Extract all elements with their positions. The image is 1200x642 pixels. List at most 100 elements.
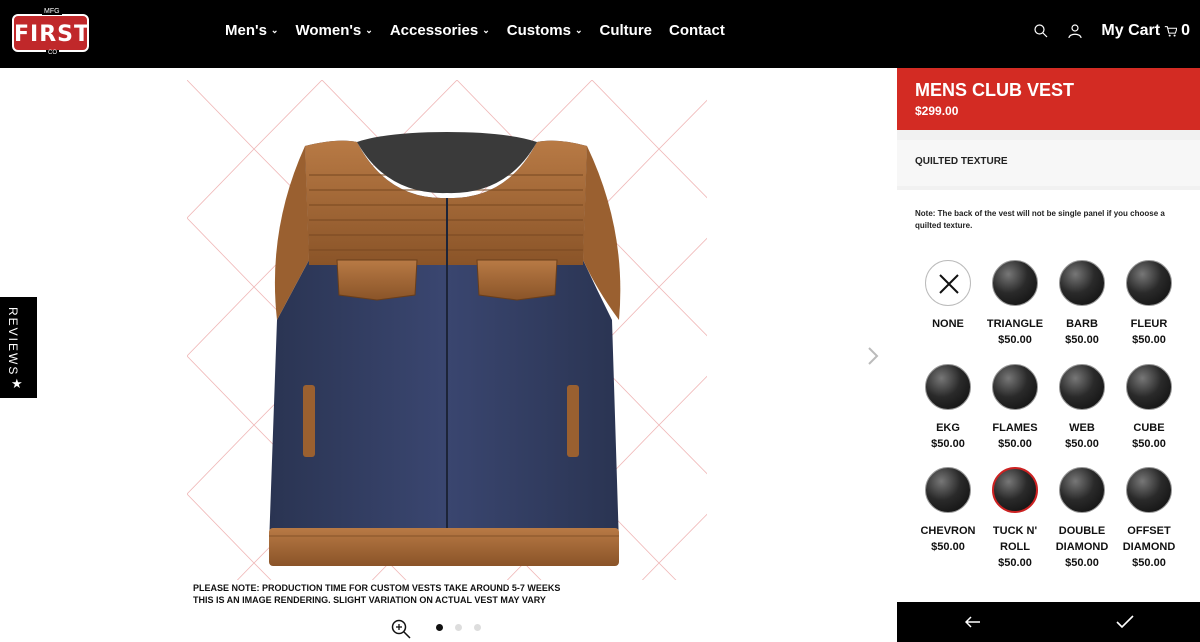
texture-option-label: WEB <box>1069 422 1095 434</box>
texture-swatch <box>925 364 971 410</box>
search-icon[interactable] <box>1033 23 1049 39</box>
carousel-dots <box>436 624 481 631</box>
section-header[interactable]: QUILTED TEXTURE <box>897 140 1200 186</box>
texture-option-label: DOUBLE DIAMOND <box>1049 523 1115 555</box>
cart-icon[interactable] <box>1164 25 1178 38</box>
texture-option-label: FLEUR <box>1130 318 1168 330</box>
texture-option-price: $50.00 <box>931 541 965 553</box>
chevron-down-icon: ⌄ <box>270 25 279 35</box>
texture-option-label: OFFSET DIAMOND <box>1116 523 1182 555</box>
texture-swatch <box>992 467 1038 513</box>
logo-word: FIRST <box>14 22 91 47</box>
carousel-dot[interactable] <box>455 624 462 631</box>
texture-note: Note: The back of the vest will not be s… <box>915 209 1165 230</box>
texture-option-triangle[interactable]: TRIANGLE $50.00 <box>982 260 1048 348</box>
cart-count[interactable]: 0 <box>1181 22 1190 40</box>
texture-swatch <box>1059 364 1105 410</box>
texture-option-label-line: DOUBLE <box>1058 525 1106 537</box>
texture-option-label: TUCK N' ROLL <box>992 525 1038 553</box>
nav-item-contact[interactable]: Contact <box>669 22 725 39</box>
user-icon[interactable] <box>1067 23 1083 39</box>
nav-item-label: Contact <box>669 22 725 39</box>
nav-item-culture[interactable]: Culture <box>600 22 653 39</box>
nav-item-label: Women's <box>295 22 362 39</box>
chevron-down-icon: ⌄ <box>482 25 490 35</box>
nav-item-mens[interactable]: Men's ⌄ <box>225 22 278 39</box>
star-icon: ★ <box>11 376 23 391</box>
texture-option-price: $50.00 <box>1065 557 1099 569</box>
texture-option-cube[interactable]: CUBE $50.00 <box>1116 364 1182 452</box>
customizer-panel: MENS CLUB VEST $299.00 QUILTED TEXTURE N… <box>897 68 1200 642</box>
chevron-down-icon: ⌄ <box>574 25 583 35</box>
product-gallery: PLEASE NOTE: PRODUCTION TIME FOR CUSTOM … <box>0 68 897 642</box>
texture-option-price: $50.00 <box>998 334 1032 346</box>
texture-option-price: $50.00 <box>931 438 965 450</box>
product-image[interactable] <box>187 80 707 610</box>
header-actions: My Cart 0 <box>1033 22 1190 40</box>
brand-logo[interactable]: MFG FIRST CO <box>12 8 91 56</box>
none-swatch-icon <box>925 260 971 306</box>
texture-option-label: FLAMES <box>992 422 1038 434</box>
texture-option-label: TRIANGLE <box>986 318 1044 330</box>
texture-option-price: $50.00 <box>1132 334 1166 346</box>
texture-swatch <box>1126 467 1172 513</box>
texture-option-offset-diamond[interactable]: OFFSET DIAMOND $50.00 <box>1116 467 1182 571</box>
texture-option-double-diamond[interactable]: DOUBLE DIAMOND $50.00 <box>1049 467 1115 571</box>
logo-mfg: MFG <box>42 8 62 15</box>
texture-swatch <box>925 467 971 513</box>
texture-option-price: $50.00 <box>1065 334 1099 346</box>
back-button[interactable] <box>897 602 1048 642</box>
texture-option-label: EKG <box>936 422 960 434</box>
texture-option-none[interactable]: NONE <box>915 260 981 332</box>
panel-nav-bar <box>897 602 1200 642</box>
texture-swatch <box>1059 260 1105 306</box>
cart-link[interactable]: My Cart <box>1101 22 1160 40</box>
next-image-arrow-icon[interactable] <box>866 346 880 366</box>
nav-item-accessories[interactable]: Accessories ⌄ <box>390 22 490 39</box>
product-title-box: MENS CLUB VEST $299.00 <box>897 68 1200 130</box>
nav-item-label: Culture <box>599 22 653 39</box>
texture-option-label: NONE <box>932 318 964 330</box>
product-price: $299.00 <box>915 104 959 118</box>
texture-option-price: $50.00 <box>1065 438 1099 450</box>
texture-swatch <box>1126 260 1172 306</box>
texture-option-tuck-n-roll[interactable]: TUCK N' ROLL $50.00 <box>982 467 1048 571</box>
reviews-label: REVIEWS <box>6 307 20 377</box>
texture-option-flames[interactable]: FLAMES $50.00 <box>982 364 1048 452</box>
texture-swatch <box>1126 364 1172 410</box>
texture-option-price: $50.00 <box>998 438 1032 450</box>
check-icon <box>1115 615 1134 629</box>
site-header: MFG FIRST CO Men's ⌄ Women's ⌄ Accessories ⌄ C… <box>0 0 1200 68</box>
chevron-down-icon: ⌄ <box>365 25 373 35</box>
texture-option-label-line: OFFSET <box>1127 525 1171 537</box>
nav-item-customs[interactable]: Customs ⌄ <box>507 22 583 39</box>
texture-option-chevron[interactable]: CHEVRON $50.00 <box>915 467 981 555</box>
reviews-tab[interactable]: REVIEWS ★ <box>0 297 37 398</box>
texture-swatch <box>992 364 1038 410</box>
carousel-dot[interactable] <box>436 624 443 631</box>
texture-swatch <box>1059 467 1105 513</box>
nav-item-label: Accessories <box>389 22 479 39</box>
texture-option-fleur[interactable]: FLEUR $50.00 <box>1116 260 1182 348</box>
texture-option-price: $50.00 <box>998 557 1032 569</box>
section-title: QUILTED TEXTURE <box>915 156 1008 167</box>
nav-item-label: Customs <box>506 22 571 39</box>
confirm-button[interactable] <box>1049 602 1200 642</box>
texture-option-ekg[interactable]: EKG $50.00 <box>915 364 981 452</box>
options-area: Note: The back of the vest will not be s… <box>897 190 1200 602</box>
nav-item-womens[interactable]: Women's ⌄ <box>295 22 372 39</box>
main-nav: Men's ⌄ Women's ⌄ Accessories ⌄ Customs ⌄ Cultur… <box>225 22 742 39</box>
nav-item-label: Men's <box>225 22 267 39</box>
texture-option-label: BARB <box>1066 318 1098 330</box>
texture-option-label: CHEVRON <box>920 525 976 537</box>
production-note-line2: THIS IS AN IMAGE RENDERING. SLIGHT VARIA… <box>193 595 546 605</box>
texture-option-web[interactable]: WEB $50.00 <box>1049 364 1115 452</box>
texture-option-barb[interactable]: BARB $50.00 <box>1049 260 1115 348</box>
close-icon <box>939 274 959 294</box>
logo-co: CO <box>46 50 59 56</box>
arrow-left-icon <box>964 616 980 628</box>
texture-option-price: $50.00 <box>1132 438 1166 450</box>
texture-option-label-line: DIAMOND <box>1122 541 1176 553</box>
carousel-dot[interactable] <box>474 624 481 631</box>
zoom-icon[interactable] <box>391 619 411 639</box>
